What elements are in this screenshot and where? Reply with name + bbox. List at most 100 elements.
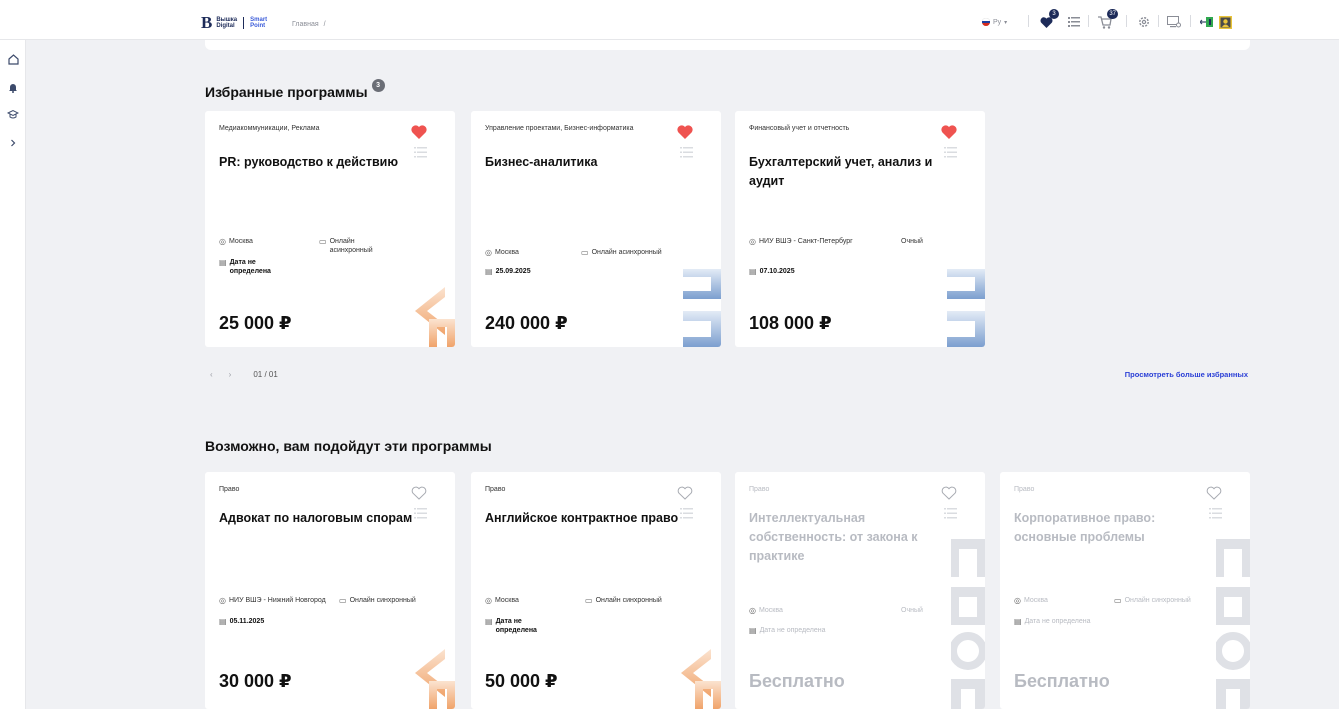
card-format: Очный	[901, 607, 923, 614]
logout-icon	[1200, 17, 1213, 27]
card-title[interactable]: Английское контрактное право	[485, 509, 700, 528]
card-deco-dop	[1216, 539, 1250, 709]
card-price: 240 000 ₽	[485, 313, 568, 333]
heart-outline-icon[interactable]	[677, 486, 693, 500]
gear-icon	[1139, 17, 1149, 27]
card-date: ▤ 05.11.2025	[219, 617, 265, 626]
card-location: ◎ Москва	[219, 237, 253, 246]
favorites-pager: ‹ › 01 / 01	[210, 370, 278, 379]
expand-chevron-icon[interactable]	[6, 136, 20, 150]
card-title[interactable]: Корпоративное право: основные проблемы	[1014, 509, 1219, 547]
left-rail	[0, 40, 26, 709]
card-format: ▭ Онлайн синхронный	[1114, 596, 1191, 605]
logout-button[interactable]	[1200, 15, 1214, 29]
card-date: ▤ Дата не определена	[219, 258, 271, 275]
program-card[interactable]: Право Английское контрактное право ◎ Моск…	[471, 472, 721, 709]
divider	[1088, 15, 1089, 27]
breadcrumb: Главная /	[292, 21, 326, 28]
monitor-icon: ▭	[319, 237, 327, 246]
card-date: ▤ 07.10.2025	[749, 267, 795, 276]
card-price: 50 000 ₽	[485, 671, 558, 691]
card-title[interactable]: Бизнес-аналитика	[485, 153, 685, 172]
list-button[interactable]	[1068, 15, 1080, 29]
card-format: ▭ Онлайн синхронный	[585, 596, 662, 605]
next-arrow-icon[interactable]: ›	[229, 370, 232, 379]
chevron-down-icon: ▾	[1004, 19, 1008, 26]
card-title[interactable]: PR: руководство к действию	[219, 153, 419, 172]
program-card[interactable]: Право Корпоративное право: основные проб…	[1000, 472, 1250, 709]
language-label: Ру	[993, 18, 1002, 26]
monitor-icon: ▭	[581, 248, 589, 257]
program-card[interactable]: Медиакоммуникации, Реклама PR: руководст…	[205, 111, 455, 347]
avatar-icon	[1219, 15, 1232, 29]
card-date: ▤ Дата не определена	[485, 617, 537, 634]
cart-button[interactable]: 37	[1098, 9, 1118, 29]
card-title[interactable]: Интеллектуальная собственность: от закон…	[749, 509, 939, 566]
divider	[1126, 15, 1127, 27]
card-price: 25 000 ₽	[219, 313, 292, 333]
list-icon	[1068, 17, 1080, 27]
card-date: ▤ Дата не определена	[749, 626, 826, 635]
calendar-icon: ▤	[749, 626, 757, 635]
heart-outline-icon[interactable]	[411, 486, 427, 500]
education-icon[interactable]	[6, 108, 20, 122]
logo-separator	[243, 17, 245, 29]
card-format: ▭ Онлайн синхронный	[339, 596, 416, 605]
card-deco-dop	[951, 539, 985, 709]
card-date: ▤ 25.09.2025	[485, 267, 531, 276]
content-panel-bottom	[205, 40, 1250, 50]
home-icon[interactable]	[6, 52, 20, 66]
card-date: ▤ Дата не определена	[1014, 617, 1091, 626]
location-pin-icon: ◎	[219, 237, 226, 246]
card-deco-pk	[415, 287, 455, 347]
language-selector[interactable]: Ру ▾	[982, 15, 1007, 29]
calendar-icon: ▤	[485, 617, 493, 626]
card-location: ◎ Москва	[1014, 596, 1048, 605]
heart-outline-icon[interactable]	[1206, 486, 1222, 500]
monitor-icon: ▭	[585, 596, 593, 605]
program-card[interactable]: Управление проектами, Бизнес-информатика…	[471, 111, 721, 347]
program-card[interactable]: Финансовый учет и отчетность Бухгалтерск…	[735, 111, 985, 347]
calendar-icon: ▤	[485, 267, 493, 276]
program-card[interactable]: Право Интеллектуальная собственность: от…	[735, 472, 985, 709]
heart-filled-icon[interactable]	[411, 125, 427, 139]
heart-filled-icon[interactable]	[677, 125, 693, 139]
card-category: Управление проектами, Бизнес-информатика	[485, 125, 634, 132]
card-title[interactable]: Адвокат по налоговым спорам	[219, 509, 429, 528]
divider	[1158, 15, 1159, 27]
location-pin-icon: ◎	[219, 596, 226, 605]
heart-filled-icon[interactable]	[941, 125, 957, 139]
card-format: ▭ Онлайн асинхронный	[319, 237, 373, 254]
card-category: Право	[485, 486, 506, 493]
user-avatar[interactable]	[1219, 15, 1232, 29]
favorites-button[interactable]: 3	[1040, 9, 1059, 29]
program-card[interactable]: Право Адвокат по налоговым спорам ◎ НИУ В…	[205, 472, 455, 709]
bell-icon[interactable]	[6, 80, 20, 94]
settings-button[interactable]	[1138, 15, 1150, 29]
list-icon[interactable]	[944, 508, 957, 519]
logo[interactable]: B Вышка Digital Smart Point	[201, 14, 267, 31]
card-deco-blue	[683, 269, 721, 347]
recommended-section-title: Возможно, вам подойдут эти программы	[205, 438, 492, 454]
card-format: ▭ Онлайн асинхронный	[581, 248, 662, 257]
prev-arrow-icon[interactable]: ‹	[210, 370, 213, 379]
card-category: Право	[1014, 486, 1035, 493]
monitor-icon: ▭	[1114, 596, 1122, 605]
divider	[1190, 15, 1191, 27]
card-category: Право	[749, 486, 770, 493]
card-location: ◎ НИУ ВШЭ - Нижний Новгород	[219, 596, 326, 605]
favorites-badge: 3	[1049, 9, 1059, 19]
breadcrumb-home[interactable]: Главная	[292, 21, 319, 28]
card-deco-pk	[415, 649, 455, 709]
breadcrumb-separator: /	[323, 21, 326, 28]
location-pin-icon: ◎	[1014, 596, 1021, 605]
card-title[interactable]: Бухгалтерский учет, анализ и аудит	[749, 153, 959, 191]
flag-ru-icon	[982, 18, 990, 26]
view-more-favorites-link[interactable]: Просмотреть больше избранных	[1125, 370, 1248, 379]
card-location: ◎ Москва	[485, 596, 519, 605]
heart-outline-icon[interactable]	[941, 486, 957, 500]
card-location: ◎ НИУ ВШЭ - Санкт-Петербург	[749, 237, 853, 246]
monitor-settings-button[interactable]	[1167, 15, 1181, 29]
page-indicator: 01 / 01	[253, 370, 278, 379]
cart-badge: 37	[1107, 9, 1118, 19]
